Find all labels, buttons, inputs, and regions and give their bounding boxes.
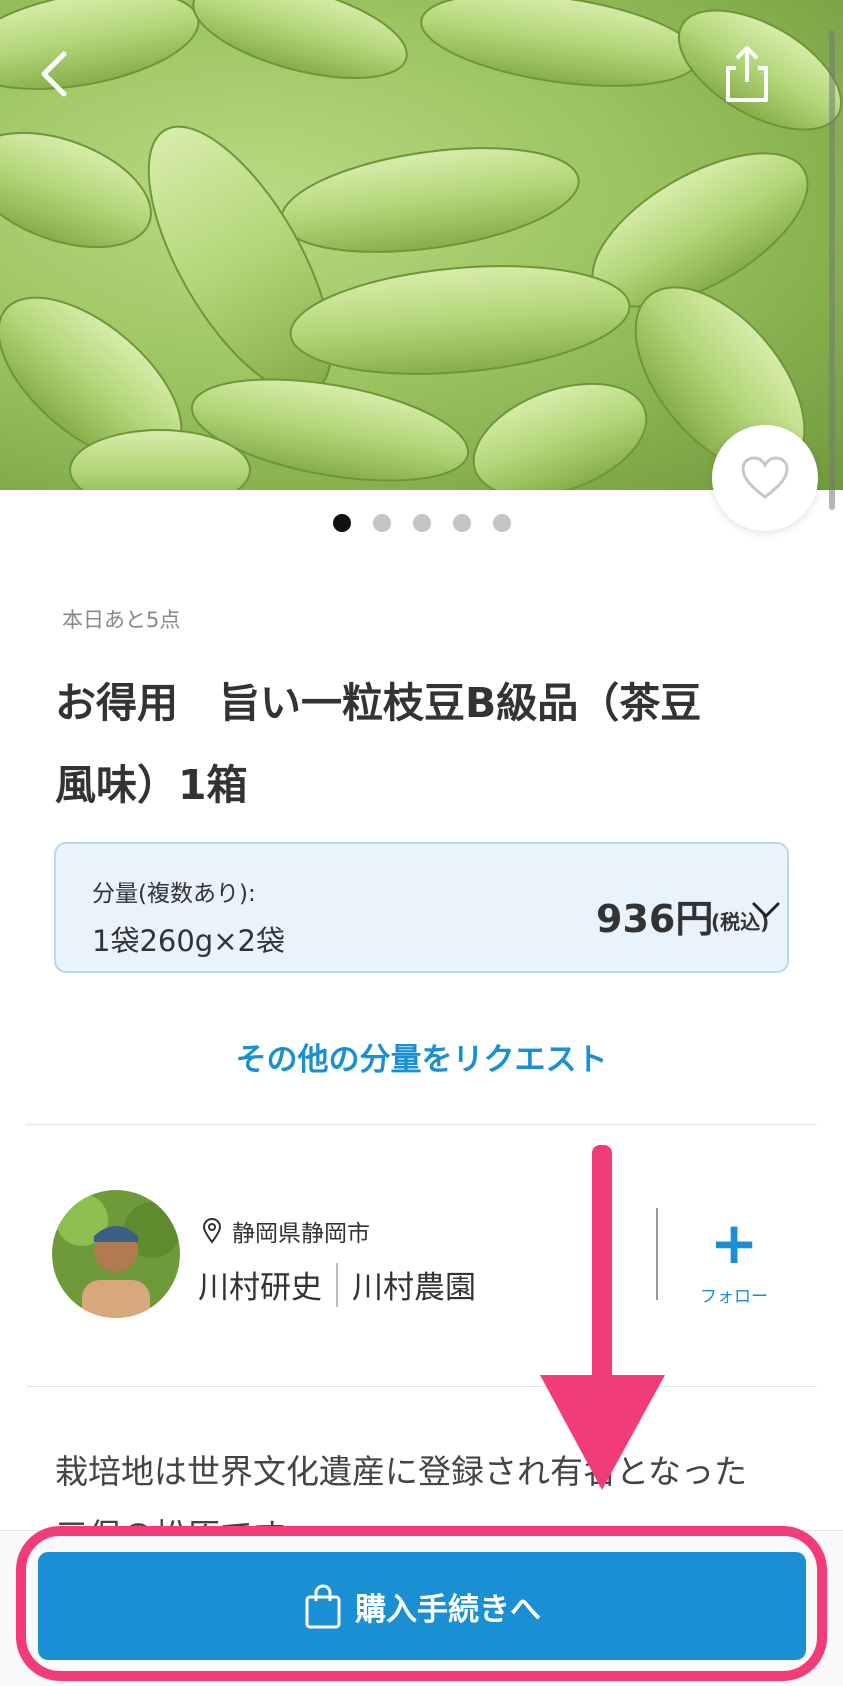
producer-location: 静岡県静岡市 [202, 1214, 370, 1248]
request-other-quantity-link[interactable]: その他の分量をリクエスト [0, 1034, 843, 1079]
scrollbar[interactable] [829, 30, 835, 510]
stock-note: 本日あと5点 [62, 608, 181, 632]
shopping-bag-icon [305, 1584, 341, 1629]
vertical-divider [656, 1208, 658, 1300]
edamame-illustration [0, 0, 843, 490]
divider [26, 1124, 817, 1125]
heart-outline-icon [741, 456, 789, 499]
location-text: 静岡県静岡市 [232, 1221, 370, 1247]
follow-button[interactable]: + フォロー [690, 1214, 778, 1307]
purchase-button[interactable]: 購入手続きへ [38, 1552, 806, 1660]
pagination-dot[interactable] [372, 514, 391, 532]
follow-label: フォロー [700, 1287, 768, 1307]
name-divider [336, 1262, 338, 1307]
product-title-line1: お得用 旨い一粒枝豆B級品（茶豆 [55, 679, 702, 727]
location-pin-icon [202, 1218, 222, 1244]
producer-names[interactable]: 川村研史 川村農園 [198, 1262, 476, 1307]
description-line: 栽培地は世界文化遺産に登録され有名となった [55, 1452, 748, 1491]
product-title-line2: 風味）1箱 [55, 761, 248, 809]
purchase-label: 購入手続きへ [355, 1591, 541, 1628]
price: 936円 [596, 897, 714, 941]
farm-name: 川村農園 [352, 1270, 476, 1306]
plus-icon: + [709, 1209, 759, 1277]
product-image[interactable] [0, 0, 843, 490]
producer-name: 川村研史 [198, 1270, 322, 1306]
divider [26, 1386, 817, 1387]
chevron-down-icon [752, 902, 780, 918]
pagination-dot[interactable] [492, 514, 511, 532]
image-pagination [0, 514, 843, 532]
producer-avatar[interactable] [52, 1190, 180, 1318]
arrow-down-annotation [540, 1145, 665, 1490]
share-icon [726, 46, 768, 102]
pagination-dot[interactable] [452, 514, 471, 532]
scrollbar-thumb[interactable] [829, 30, 835, 510]
product-title: お得用 旨い一粒枝豆B級品（茶豆 風味）1箱 [55, 662, 795, 826]
variant-label: 分量(複数あり): [92, 881, 256, 907]
chevron-left-icon [41, 51, 67, 97]
pagination-dot[interactable] [412, 514, 431, 532]
variant-selector[interactable]: 分量(複数あり): 1袋260g×2袋 936円 (税込) [54, 842, 789, 973]
pagination-dot-active[interactable] [332, 514, 351, 532]
variant-value: 1袋260g×2袋 [92, 924, 285, 958]
back-button[interactable] [34, 48, 74, 100]
share-button[interactable] [722, 44, 772, 104]
